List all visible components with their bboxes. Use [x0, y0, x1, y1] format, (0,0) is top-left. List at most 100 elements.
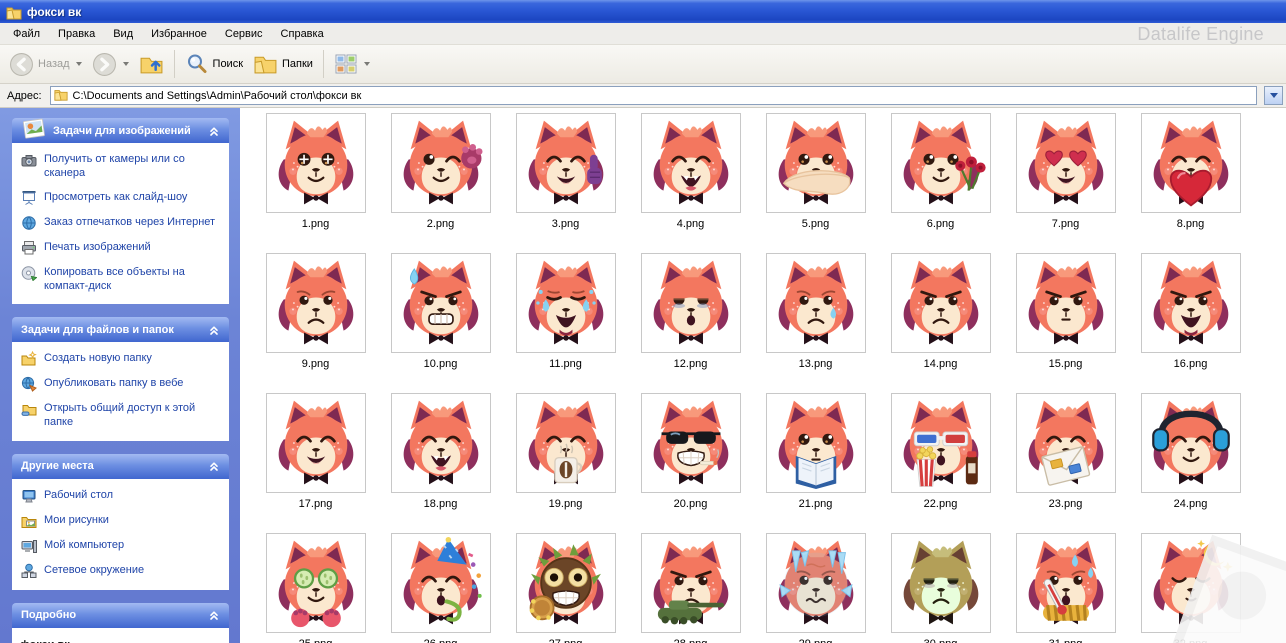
up-button[interactable] — [134, 49, 169, 80]
fox-angry-image[interactable] — [1016, 253, 1116, 353]
fox-big-smile-image[interactable] — [641, 113, 741, 213]
sidebar-item-online-prints[interactable]: Заказ отпечатков через Интернет — [21, 215, 223, 231]
file-item[interactable]: 29.png — [753, 533, 878, 643]
menu-view[interactable]: Вид — [104, 25, 142, 43]
file-item[interactable]: 24.png — [1128, 393, 1253, 533]
fox-thumbs-up-image[interactable] — [516, 113, 616, 213]
fox-upset-tear-image[interactable] — [766, 253, 866, 353]
file-item[interactable]: 22.png — [878, 393, 1003, 533]
fox-party-image[interactable] — [391, 533, 491, 633]
menu-tools[interactable]: Сервис — [216, 25, 272, 43]
folder-content[interactable]: 1.png2.png3.png4.png5.png6.png7.png8.png… — [240, 108, 1286, 643]
fox-exhausted-image[interactable] — [641, 253, 741, 353]
file-item[interactable]: 20.png — [628, 393, 753, 533]
menu-help[interactable]: Справка — [272, 25, 333, 43]
sidebar-item-network[interactable]: Сетевое окружение — [21, 563, 223, 579]
panel-details-header[interactable]: Подробно — [12, 603, 229, 628]
file-item[interactable]: 15.png — [1003, 253, 1128, 393]
sidebar-item-my-pictures[interactable]: Мои рисунки — [21, 513, 223, 529]
file-item[interactable]: 31.png — [1003, 533, 1128, 643]
fox-sparkling-eyes-image[interactable] — [266, 113, 366, 213]
back-button[interactable]: Назад — [4, 49, 87, 80]
file-item[interactable]: 28.png — [628, 533, 753, 643]
fox-cucumber-spa-image[interactable] — [266, 533, 366, 633]
views-button[interactable] — [329, 49, 375, 79]
file-item[interactable]: 17.png — [253, 393, 378, 533]
views-dropdown-arrow[interactable] — [364, 62, 370, 66]
file-item[interactable]: 7.png — [1003, 113, 1128, 253]
file-item[interactable]: 18.png — [378, 393, 503, 533]
camera-scanner-icon — [21, 152, 37, 168]
file-item[interactable]: 23.png — [1003, 393, 1128, 533]
fox-crying-loud-image[interactable] — [516, 253, 616, 353]
forward-button[interactable] — [87, 49, 134, 80]
file-item[interactable]: 19.png — [503, 393, 628, 533]
back-dropdown-arrow[interactable] — [76, 62, 82, 66]
file-item[interactable]: 5.png — [753, 113, 878, 253]
fox-laughing-loud-image[interactable] — [391, 393, 491, 493]
fox-waving-paw-image[interactable] — [391, 113, 491, 213]
file-item[interactable]: 6.png — [878, 113, 1003, 253]
panel-picture-tasks-header[interactable]: Задачи для изображений — [12, 118, 229, 143]
fox-coffee-cup-image[interactable] — [516, 393, 616, 493]
menu-file[interactable]: Файл — [4, 25, 49, 43]
sidebar-item-share-folder[interactable]: Открыть общий доступ к этой папке — [21, 401, 223, 430]
fox-sad-image[interactable] — [266, 253, 366, 353]
fox-toy-tank-image[interactable] — [641, 533, 741, 633]
sidebar-item-camera-scanner[interactable]: Получить от камеры или со сканера — [21, 152, 223, 181]
fox-frozen-icicles-image[interactable] — [766, 533, 866, 633]
fox-envelope-image[interactable] — [1016, 393, 1116, 493]
fox-tribal-mask-image[interactable] — [516, 533, 616, 633]
sidebar-item-slideshow[interactable]: Просмотреть как слайд-шоу — [21, 190, 223, 206]
file-item[interactable]: 14.png — [878, 253, 1003, 393]
fox-nervous-sweat-image[interactable] — [391, 253, 491, 353]
fox-sick-green-image[interactable] — [891, 533, 991, 633]
panel-file-tasks-header[interactable]: Задачи для файлов и папок — [12, 317, 229, 342]
fox-headphones-image[interactable] — [1141, 393, 1241, 493]
file-item[interactable]: 2.png — [378, 113, 503, 253]
file-item[interactable]: 26.png — [378, 533, 503, 643]
file-item[interactable]: 27.png — [503, 533, 628, 643]
sidebar-item-publish-web[interactable]: Опубликовать папку в вебе — [21, 376, 223, 392]
fox-laughing-image[interactable] — [266, 393, 366, 493]
file-item[interactable]: 8.png — [1128, 113, 1253, 253]
file-item[interactable]: 9.png — [253, 253, 378, 393]
sidebar-item-print-pictures[interactable]: Печать изображений — [21, 240, 223, 256]
fox-holding-heart-image[interactable] — [1141, 113, 1241, 213]
menu-edit[interactable]: Правка — [49, 25, 104, 43]
fox-fever-scarf-image[interactable] — [1016, 533, 1116, 633]
sidebar-item-desktop[interactable]: Рабочий стол — [21, 488, 223, 504]
file-item[interactable]: 10.png — [378, 253, 503, 393]
fox-reading-book-image[interactable] — [766, 393, 866, 493]
file-grid: 1.png2.png3.png4.png5.png6.png7.png8.png… — [253, 113, 1253, 643]
print-icon — [21, 240, 37, 256]
file-item[interactable]: 11.png — [503, 253, 628, 393]
address-dropdown-button[interactable] — [1264, 86, 1283, 105]
file-item[interactable]: 3.png — [503, 113, 628, 253]
fox-furious-yell-image[interactable] — [1141, 253, 1241, 353]
sidebar-item-my-computer[interactable]: Мой компьютер — [21, 538, 223, 554]
menu-favorites[interactable]: Избранное — [142, 25, 216, 43]
file-item[interactable]: 1.png — [253, 113, 378, 253]
file-item[interactable]: 13.png — [753, 253, 878, 393]
file-item[interactable]: 30.png — [878, 533, 1003, 643]
file-item[interactable]: 16.png — [1128, 253, 1253, 393]
sidebar-item-new-folder[interactable]: Создать новую папку — [21, 351, 223, 367]
file-item[interactable]: 25.png — [253, 533, 378, 643]
fox-displeased-image[interactable] — [891, 253, 991, 353]
fox-heart-eyes-image[interactable] — [1016, 113, 1116, 213]
search-button[interactable]: Поиск — [180, 49, 248, 79]
fox-with-roses-image[interactable] — [891, 113, 991, 213]
file-item[interactable]: 21.png — [753, 393, 878, 533]
panel-details: Подробно фокси вк Папка с файлами Измене… — [12, 603, 229, 643]
sidebar-item-burn-cd[interactable]: Копировать все объекты на компакт-диск — [21, 265, 223, 294]
fox-3d-glasses-popcorn-image[interactable] — [891, 393, 991, 493]
file-item[interactable]: 4.png — [628, 113, 753, 253]
panel-other-places-header[interactable]: Другие места — [12, 454, 229, 479]
folders-button[interactable]: Папки — [248, 49, 318, 80]
fox-sunglasses-cigarette-image[interactable] — [641, 393, 741, 493]
fox-shy-tail-hug-image[interactable] — [766, 113, 866, 213]
forward-dropdown-arrow[interactable] — [123, 62, 129, 66]
address-input[interactable]: C:\Documents and Settings\Admin\Рабочий … — [50, 86, 1257, 105]
file-item[interactable]: 12.png — [628, 253, 753, 393]
